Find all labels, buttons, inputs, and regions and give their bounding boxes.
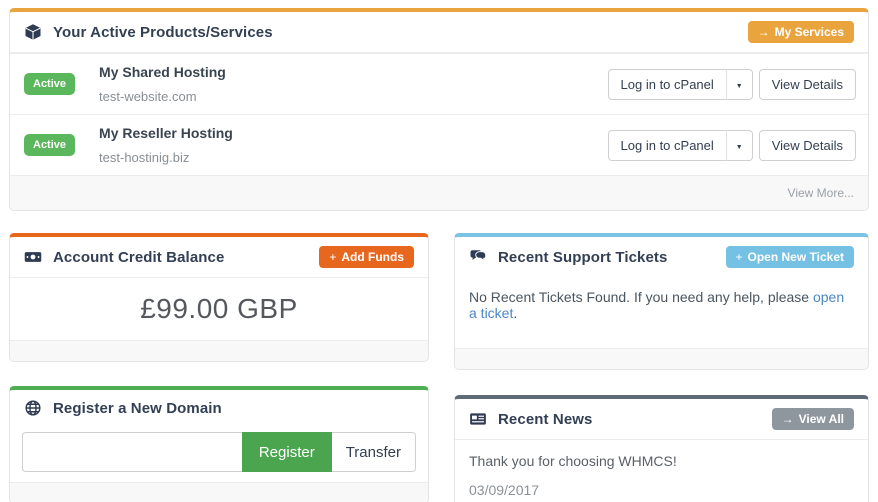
products-panel-header: Your Active Products/Services → My Servi… xyxy=(10,12,868,53)
tickets-empty-message: No Recent Tickets Found. If you need any… xyxy=(455,277,868,348)
products-panel-footer: View More... xyxy=(10,175,868,210)
product-domain: test-website.com xyxy=(99,89,197,104)
news-item-title[interactable]: Thank you for choosing WHMCS! xyxy=(469,453,854,469)
domain-search-input[interactable] xyxy=(22,432,242,472)
register-domain-panel: Register a New Domain Register Transfer xyxy=(9,386,429,502)
transfer-button[interactable]: Transfer xyxy=(331,432,416,472)
box-icon xyxy=(24,23,42,41)
register-domain-header: Register a New Domain xyxy=(10,390,428,426)
view-more-link[interactable]: View More... xyxy=(788,186,854,200)
support-tickets-header: Recent Support Tickets + Open New Ticket xyxy=(455,237,868,277)
caret-down-icon: ▼ xyxy=(735,143,743,151)
recent-news-header: Recent News → View All xyxy=(455,399,868,440)
dashboard-columns: Account Credit Balance + Add Funds £99.0… xyxy=(9,233,869,502)
plus-icon: + xyxy=(329,250,337,264)
globe-icon xyxy=(24,399,42,417)
news-item: Thank you for choosing WHMCS! 03/09/2017 xyxy=(455,440,868,502)
add-funds-label: Add Funds xyxy=(341,250,404,264)
status-badge: Active xyxy=(24,134,76,156)
comments-icon xyxy=(469,248,487,266)
my-services-label: My Services xyxy=(774,25,844,39)
arrow-right-icon: → xyxy=(781,412,794,426)
money-bill-icon xyxy=(24,248,42,266)
product-name: My Shared Hosting xyxy=(99,64,226,80)
product-actions: Log in to cPanel ▼ View Details xyxy=(607,129,856,161)
recent-news-panel: Recent News → View All Thank you for cho… xyxy=(454,395,869,502)
credit-balance-amount: £99.00 GBP xyxy=(140,293,298,324)
news-item-date: 03/09/2017 xyxy=(469,482,540,498)
login-cpanel-dropdown-toggle[interactable]: ▼ xyxy=(725,129,753,161)
support-tickets-title: Recent Support Tickets xyxy=(498,248,668,266)
open-new-ticket-label: Open New Ticket xyxy=(747,250,844,264)
register-button[interactable]: Register xyxy=(241,432,332,472)
client-area-dashboard: Your Active Products/Services → My Servi… xyxy=(0,0,878,502)
credit-balance-footer xyxy=(10,340,428,361)
product-domain: test-hostinig.biz xyxy=(99,150,190,165)
register-domain-footer xyxy=(10,482,428,502)
products-panel-title: Your Active Products/Services xyxy=(53,23,273,41)
status-badge: Active xyxy=(24,73,76,95)
support-tickets-panel: Recent Support Tickets + Open New Ticket… xyxy=(454,233,869,370)
my-services-button[interactable]: → My Services xyxy=(747,21,854,43)
credit-balance-title: Account Credit Balance xyxy=(53,248,225,266)
login-cpanel-button[interactable]: Log in to cPanel xyxy=(607,68,727,100)
support-tickets-footer xyxy=(455,348,868,369)
newspaper-icon xyxy=(469,410,487,428)
credit-balance-header: Account Credit Balance + Add Funds xyxy=(10,237,428,278)
product-actions: Log in to cPanel ▼ View Details xyxy=(607,68,856,100)
login-cpanel-dropdown-toggle[interactable]: ▼ xyxy=(725,68,753,100)
add-funds-button[interactable]: + Add Funds xyxy=(319,246,414,268)
product-info: My Reseller Hosting test-hostinig.biz xyxy=(99,125,233,165)
left-column: Account Credit Balance + Add Funds £99.0… xyxy=(9,233,429,502)
right-column: Recent Support Tickets + Open New Ticket… xyxy=(454,233,869,502)
product-info: My Shared Hosting test-website.com xyxy=(99,64,226,104)
product-name: My Reseller Hosting xyxy=(99,125,233,141)
product-row: Active My Reseller Hosting test-hostinig… xyxy=(10,114,868,175)
products-panel: Your Active Products/Services → My Servi… xyxy=(9,8,869,211)
product-row: Active My Shared Hosting test-website.co… xyxy=(10,53,868,114)
recent-news-title: Recent News xyxy=(498,410,593,428)
login-cpanel-button[interactable]: Log in to cPanel xyxy=(607,129,727,161)
view-details-button[interactable]: View Details xyxy=(758,68,856,100)
plus-icon: + xyxy=(735,250,743,264)
arrow-right-icon: → xyxy=(757,25,770,39)
tickets-message-text: No Recent Tickets Found. If you need any… xyxy=(469,289,813,305)
domain-input-group: Register Transfer xyxy=(22,432,416,472)
open-new-ticket-button[interactable]: + Open New Ticket xyxy=(725,246,854,268)
view-details-button[interactable]: View Details xyxy=(758,129,856,161)
register-domain-body: Register Transfer xyxy=(10,426,428,482)
credit-balance-panel: Account Credit Balance + Add Funds £99.0… xyxy=(9,233,429,362)
view-all-button[interactable]: → View All xyxy=(771,408,854,430)
view-all-label: View All xyxy=(798,412,844,426)
tickets-message-suffix: . xyxy=(513,305,518,321)
register-domain-title: Register a New Domain xyxy=(53,399,222,417)
caret-down-icon: ▼ xyxy=(735,82,743,90)
